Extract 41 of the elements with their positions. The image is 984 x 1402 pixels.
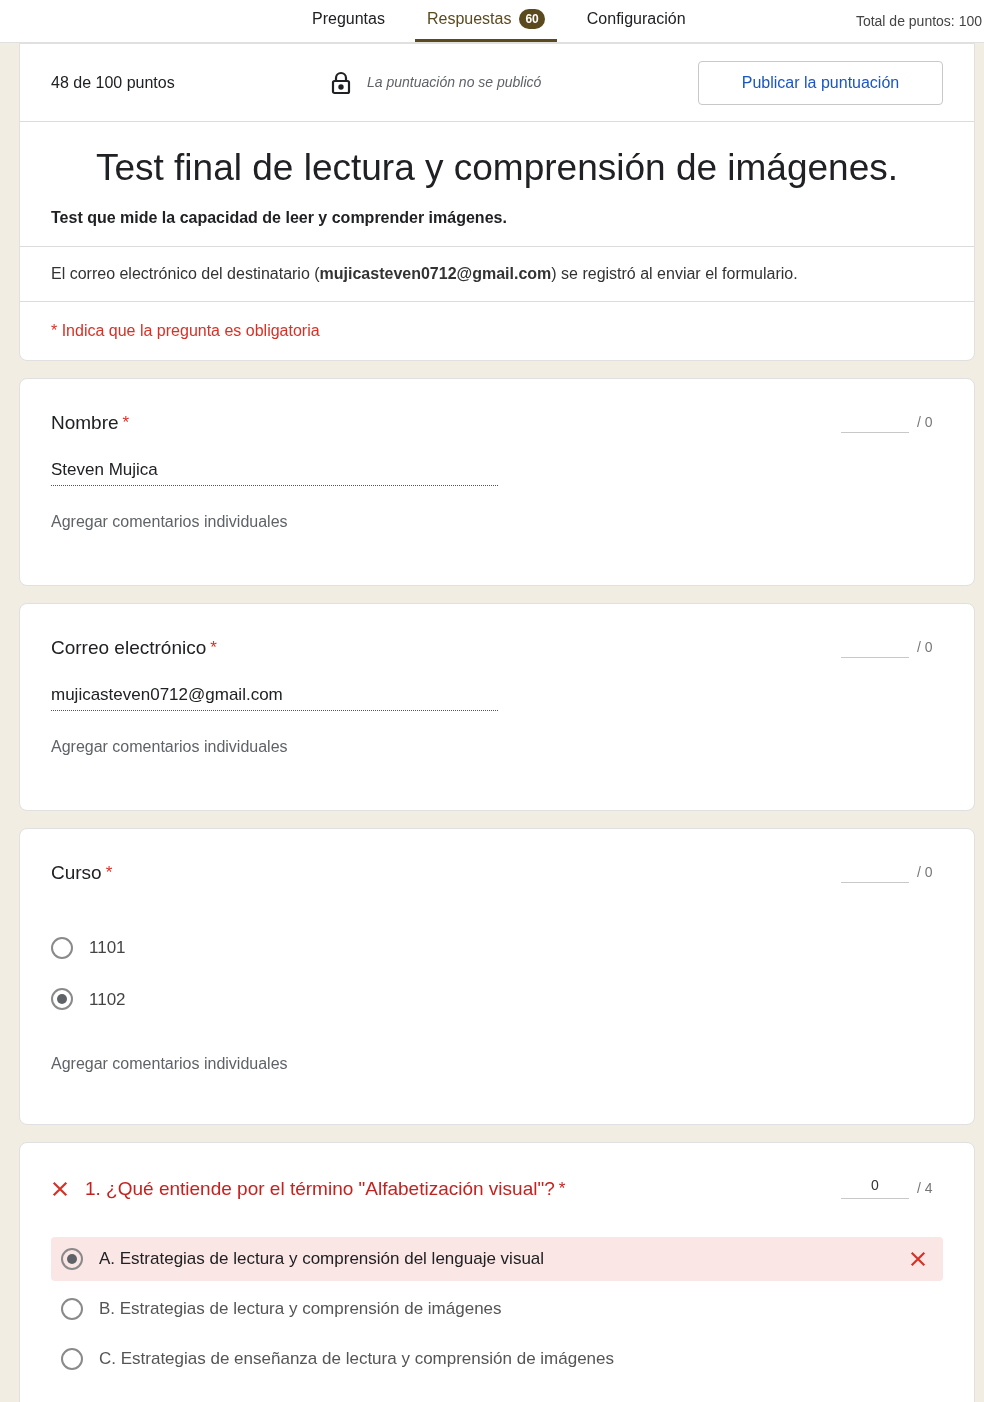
total-points: Total de puntos: 100 — [855, 12, 982, 31]
add-comment-link[interactable]: Agregar comentarios individuales — [51, 512, 288, 530]
required-note: * Indica que la pregunta es obligatoria — [51, 320, 320, 341]
option-label: B. Estrategias de lectura y comprensión de imágenes — [99, 1298, 503, 1321]
required-asterisk: * — [105, 862, 113, 884]
answer-text: Steven Mujica — [51, 457, 498, 486]
radio-button[interactable] — [61, 1248, 83, 1270]
publish-score-button[interactable]: Publicar la puntuación — [698, 60, 943, 105]
option-label: 1102 — [89, 988, 126, 1011]
option-label: C. Estrategias de enseñanza de lectura y comprensión de imágenes — [99, 1348, 616, 1371]
question-title: Correo electrónico — [51, 635, 207, 660]
question-title: 1. ¿Qué entiende por el término "Alfabetización visual"? — [85, 1176, 555, 1201]
required-asterisk: * — [210, 637, 217, 659]
answer-text: mujicasteven0712@gmail.com — [51, 682, 498, 711]
add-comment-link[interactable]: Agregar comentarios individuales — [51, 737, 288, 755]
score-text: 48 de 100 puntos — [51, 72, 176, 93]
tab[interactable]: Configuración — [574, 0, 698, 42]
points-field[interactable]: 0 — [841, 1174, 909, 1199]
radio-button[interactable] — [61, 1348, 83, 1370]
cross-icon — [909, 1250, 927, 1268]
lock-icon — [331, 70, 351, 95]
question-title: Nombre — [51, 410, 119, 435]
form-description: Test que mide la capacidad de leer y comprender imágenes. — [51, 207, 508, 228]
points-max: / 0 — [917, 862, 934, 882]
required-asterisk: * — [558, 1178, 566, 1200]
radio-button[interactable] — [51, 988, 73, 1011]
option-label: 1101 — [89, 937, 126, 959]
form-title: Test final de lectura y comprensión de imágenes. — [94, 146, 900, 190]
required-asterisk: * — [122, 412, 130, 434]
radio-button[interactable] — [51, 936, 73, 959]
points-max: / 0 — [917, 637, 934, 657]
count-badge: 60 — [519, 9, 545, 29]
radio-button[interactable] — [61, 1298, 83, 1320]
score-status: La puntuación no se publicó — [367, 73, 543, 92]
option-label: A. Estrategias de lectura y comprensión del lenguaje visual — [99, 1248, 546, 1271]
points-max: / 0 — [917, 412, 934, 432]
tab[interactable]: Preguntas — [300, 0, 397, 42]
email-notice: El correo electrónico del destinatario (mujicasteven0712@gmail.com) se registró al enviar el formulario. — [51, 263, 798, 284]
add-comment-link[interactable]: Agregar comentarios individuales — [51, 1055, 288, 1072]
question-title: Curso — [51, 860, 102, 885]
points-max: / 4 — [917, 1178, 934, 1198]
